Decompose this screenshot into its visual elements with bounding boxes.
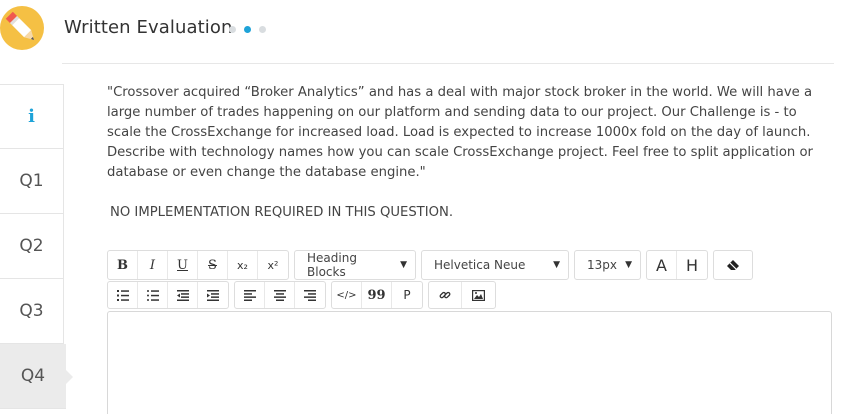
header: Written Evaluation xyxy=(0,0,843,64)
text-style-group: B I U S x₂ x² xyxy=(107,250,289,280)
block-group: </> 99 P xyxy=(331,281,423,309)
eraser-icon xyxy=(727,260,739,270)
step-indicator xyxy=(229,26,266,33)
align-left-button[interactable] xyxy=(235,282,265,308)
align-group xyxy=(234,281,326,309)
caret-down-icon: ▼ xyxy=(400,260,407,270)
divider xyxy=(62,63,834,64)
sidebar-item-q4[interactable]: Q4 xyxy=(0,344,73,409)
sidebar-item-q3[interactable]: Q3 xyxy=(0,279,64,344)
sidebar-item-q1[interactable]: Q1 xyxy=(0,149,64,214)
pencil-logo-icon xyxy=(0,6,44,50)
outdent-button[interactable] xyxy=(168,282,198,308)
answer-editor[interactable] xyxy=(107,311,832,414)
align-center-icon xyxy=(273,289,286,301)
step-dot[interactable] xyxy=(229,26,236,33)
image-button[interactable] xyxy=(462,282,495,308)
sidebar-item-label: Q2 xyxy=(19,236,44,256)
subscript-button[interactable]: x₂ xyxy=(228,251,258,279)
ordered-list-icon xyxy=(116,289,129,301)
question-text: "Crossover acquired “Broker Analytics” a… xyxy=(107,85,813,180)
code-button[interactable]: </> xyxy=(332,282,362,308)
blockquote-button[interactable]: 99 xyxy=(362,282,392,308)
link-button[interactable] xyxy=(429,282,462,308)
caret-down-icon: ▼ xyxy=(625,260,632,270)
superscript-button[interactable]: x² xyxy=(258,251,288,279)
font-select-value: Helvetica Neue xyxy=(434,258,526,272)
sidebar-item-info[interactable]: i xyxy=(0,84,64,149)
caret-down-icon: ▼ xyxy=(553,260,560,270)
sidebar-item-q2[interactable]: Q2 xyxy=(0,214,64,279)
align-right-icon xyxy=(304,289,316,301)
highlight-button[interactable]: H xyxy=(677,251,707,279)
image-icon xyxy=(472,289,485,301)
underline-button[interactable]: U xyxy=(168,251,198,279)
color-group: A H xyxy=(646,250,708,280)
sidebar-item-label: Q3 xyxy=(19,301,44,321)
indent-button[interactable] xyxy=(198,282,228,308)
font-color-button[interactable]: A xyxy=(647,251,677,279)
align-right-button[interactable] xyxy=(295,282,325,308)
indent-icon xyxy=(207,289,219,301)
heading-select-value: Heading Blocks xyxy=(307,251,357,279)
italic-button[interactable]: I xyxy=(138,251,168,279)
sidebar-item-label: Q1 xyxy=(19,171,44,191)
insert-group xyxy=(428,281,496,309)
heading-blocks-select[interactable]: Heading Blocks ▼ xyxy=(294,250,416,280)
bullet-list-icon xyxy=(146,289,159,301)
outdent-icon xyxy=(176,289,189,301)
question-sidebar: i Q1 Q2 Q3 Q4 xyxy=(0,84,73,409)
bold-button[interactable]: B xyxy=(108,251,138,279)
sidebar-item-label: Q4 xyxy=(20,366,46,386)
size-select-value: 13px xyxy=(587,258,617,272)
list-group xyxy=(107,281,229,309)
font-family-select[interactable]: Helvetica Neue ▼ xyxy=(421,250,569,280)
eraser-group xyxy=(713,250,753,280)
editor-toolbar-row-1: B I U S x₂ x² Heading Blocks ▼ Helvetica… xyxy=(107,250,758,280)
page-title: Written Evaluation xyxy=(64,17,233,38)
info-icon: i xyxy=(28,106,35,127)
paragraph-button[interactable]: P xyxy=(392,282,422,308)
question-note: NO IMPLEMENTATION REQUIRED IN THIS QUEST… xyxy=(110,205,454,220)
step-dot-active[interactable] xyxy=(244,26,251,33)
align-center-button[interactable] xyxy=(265,282,295,308)
unordered-list-button[interactable] xyxy=(138,282,168,308)
clear-format-button[interactable] xyxy=(714,251,752,279)
ordered-list-button[interactable] xyxy=(108,282,138,308)
font-size-select[interactable]: 13px ▼ xyxy=(574,250,641,280)
step-dot[interactable] xyxy=(259,26,266,33)
editor-toolbar-row-2: </> 99 P xyxy=(107,281,501,309)
align-left-icon xyxy=(243,289,256,301)
link-icon xyxy=(439,291,451,299)
strikethrough-button[interactable]: S xyxy=(198,251,228,279)
